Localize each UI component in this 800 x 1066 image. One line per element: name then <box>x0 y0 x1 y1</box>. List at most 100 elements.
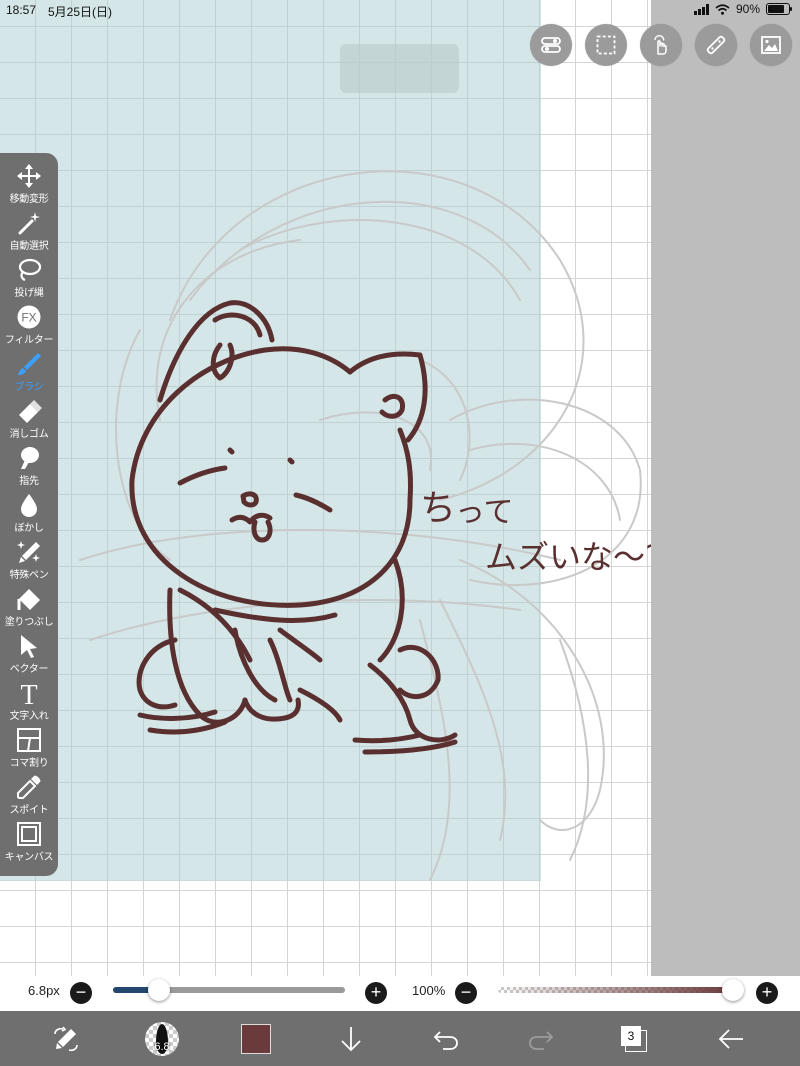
opacity-increase-button[interactable]: + <box>756 982 778 1004</box>
selection-icon <box>596 35 616 55</box>
svg-text:T: T <box>20 680 37 706</box>
tool-label: 消しゴム <box>9 429 49 440</box>
tool-eyedropper[interactable]: スポイト <box>0 774 58 821</box>
layers-icon: 3 <box>620 1025 648 1053</box>
tool-label: 投げ縄 <box>14 288 44 299</box>
tool-label: 指先 <box>19 476 39 487</box>
brush-size-label: 6.8px <box>28 983 60 998</box>
special-pen-icon <box>17 541 40 563</box>
toggle-button[interactable] <box>530 24 572 66</box>
fx-icon: FX <box>17 305 41 329</box>
redo-button[interactable] <box>519 1017 563 1061</box>
brush-size-thumb[interactable] <box>148 979 171 1001</box>
brush-icon <box>18 353 41 375</box>
battery-icon <box>766 3 792 15</box>
tool-special-pen[interactable]: 特殊ペン <box>0 539 58 586</box>
color-button[interactable] <box>234 1017 278 1061</box>
canvas-outside-area <box>651 0 800 984</box>
text-icon: T <box>20 680 37 706</box>
tool-vector[interactable]: ベクター <box>0 633 58 680</box>
opacity-thumb[interactable] <box>722 979 744 1001</box>
status-indicators: 90% <box>693 2 792 16</box>
tool-label: 自動選択 <box>9 241 49 252</box>
touch-icon <box>654 35 667 55</box>
touch-button[interactable] <box>640 24 682 66</box>
size-decrease-button[interactable]: − <box>70 982 92 1004</box>
tool-label: ベクター <box>9 664 49 675</box>
tool-eraser[interactable]: 消しゴム <box>0 398 58 445</box>
line-art <box>129 300 458 755</box>
opacity-label: 100% <box>412 983 446 998</box>
brush-size-value: 6.8 <box>154 1041 170 1053</box>
size-increase-button[interactable]: + <box>365 982 387 1004</box>
canvas-icon <box>17 822 41 846</box>
transform-quick-button[interactable] <box>44 1017 88 1061</box>
handwritten-text-2: って <box>455 495 514 530</box>
bottom-bar: 6.8 3 <box>0 1011 800 1066</box>
blur-icon <box>21 494 37 517</box>
ruler-button[interactable] <box>695 24 737 66</box>
opacity-slider[interactable] <box>498 979 744 1001</box>
tool-lasso[interactable]: 投げ縄 <box>0 257 58 304</box>
tool-filter[interactable]: FX フィルター <box>0 304 58 351</box>
toggle-icon <box>541 37 561 53</box>
finger-icon <box>21 447 39 469</box>
tool-frame-divider[interactable]: コマ割り <box>0 727 58 774</box>
arrow-left-icon <box>718 1029 743 1049</box>
tool-blur[interactable]: ぼかし <box>0 492 58 539</box>
tool-move-transform[interactable]: 移動変形 <box>0 163 58 210</box>
brush-size-slider[interactable] <box>113 979 345 1001</box>
import-down-button[interactable] <box>329 1017 373 1061</box>
undo-icon <box>433 1031 458 1050</box>
eyedropper-icon <box>17 775 41 799</box>
brush-settings-button[interactable]: 6.8 <box>140 1017 184 1061</box>
tool-label: スポイト <box>9 805 49 816</box>
selection-button[interactable] <box>585 24 627 66</box>
tool-label: 文字入れ <box>9 711 49 722</box>
vector-icon <box>21 635 37 658</box>
color-swatch <box>241 1024 271 1054</box>
image-icon <box>761 36 781 54</box>
fill-icon <box>17 589 40 610</box>
tool-label: ブラシ <box>14 382 44 393</box>
tool-text[interactable]: T 文字入れ <box>0 680 58 727</box>
magic-wand-icon <box>18 212 40 235</box>
slider-bar: 6.8px − + 100% − + <box>0 976 800 1011</box>
image-button[interactable] <box>750 24 792 66</box>
arrow-down-icon <box>341 1027 361 1052</box>
tool-canvas[interactable]: キャンバス <box>0 821 58 868</box>
status-time: 18:57 <box>6 3 37 17</box>
frame-divider-icon <box>17 728 41 752</box>
canvas-area[interactable]: ち って ムズいな〜? <box>0 0 800 984</box>
tool-brush[interactable]: ブラシ <box>0 351 58 398</box>
tool-label: ぼかし <box>14 523 44 534</box>
tool-magic-wand[interactable]: 自動選択 <box>0 210 58 257</box>
redo-icon <box>529 1031 554 1050</box>
handwritten-text: ち って ムズいな〜? <box>420 488 651 576</box>
tool-label: 塗りつぶし <box>4 617 54 628</box>
tool-label: 特殊ペン <box>9 570 49 581</box>
handwritten-text-3: ムズいな〜? <box>485 538 651 576</box>
signal-icon <box>693 3 709 15</box>
brush-preview-icon: 6.8 <box>145 1022 179 1056</box>
ruler-icon <box>706 35 726 55</box>
opacity-decrease-button[interactable]: − <box>455 982 477 1004</box>
tool-finger[interactable]: 指先 <box>0 445 58 492</box>
status-date: 5月25日(日) <box>48 5 113 19</box>
move-icon <box>17 164 41 188</box>
undo-button[interactable] <box>424 1017 468 1061</box>
drawing-canvas[interactable]: ち って ムズいな〜? <box>0 0 651 984</box>
tool-label: コマ割り <box>9 758 49 769</box>
tool-label: キャンバス <box>4 852 54 863</box>
handwritten-text-1: ち <box>420 488 456 529</box>
tool-fill[interactable]: 塗りつぶし <box>0 586 58 633</box>
back-button[interactable] <box>709 1017 753 1061</box>
layers-button[interactable]: 3 <box>612 1017 656 1061</box>
lasso-icon <box>18 258 42 282</box>
tool-label: 移動変形 <box>9 194 49 205</box>
left-toolbar: 移動変形 自動選択 投げ縄 FX フィルター ブラシ 消しゴム 指先 ぼかし 特… <box>0 153 58 876</box>
svg-text:FX: FX <box>21 311 36 325</box>
wifi-icon <box>715 3 730 15</box>
tool-label: フィルター <box>4 335 54 346</box>
layer-count: 3 <box>621 1026 641 1046</box>
